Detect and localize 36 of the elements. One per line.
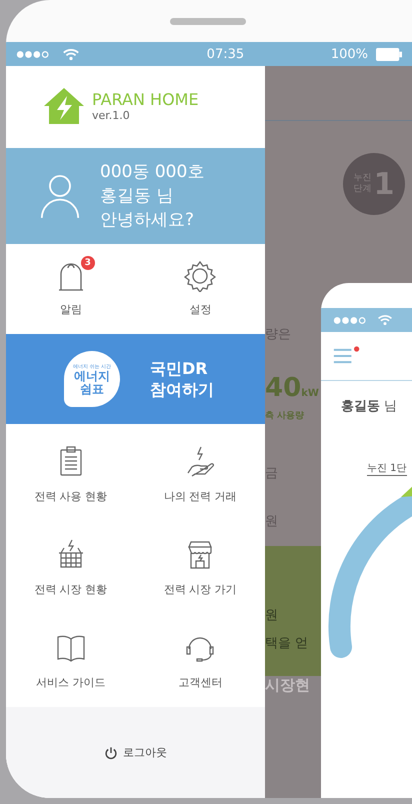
profile-greeting-line: 홍길동 님 bbox=[100, 185, 174, 208]
stage-tab[interactable]: 누진 1단 bbox=[367, 461, 407, 476]
menu-item[interactable]: 전력 시장 가기 bbox=[136, 521, 265, 614]
status-time: 07:35 bbox=[206, 46, 244, 62]
logout-button[interactable]: 로그아웃 bbox=[100, 741, 171, 764]
dr-title-line: 참여하기 bbox=[150, 379, 214, 400]
bubble-title-line: 에너지 bbox=[74, 370, 110, 382]
wifi-icon bbox=[377, 314, 393, 326]
bubble-title-line: 쉼표 bbox=[80, 382, 104, 396]
dr-title-line: 국민DR bbox=[150, 358, 209, 379]
person-icon bbox=[40, 172, 80, 220]
menu-item[interactable]: 서비스 가이드 bbox=[6, 614, 136, 707]
usage-value: 40kW bbox=[265, 373, 319, 405]
wifi-icon bbox=[62, 48, 80, 60]
profile-greeting-line: 000동 000호 bbox=[100, 161, 204, 184]
battery-icon bbox=[376, 48, 402, 60]
settings-icon bbox=[184, 260, 216, 292]
menu-item[interactable]: 고객센터 bbox=[136, 614, 265, 707]
market-status-text: 시장현 bbox=[265, 676, 310, 695]
profile-greeting-line: 안녕하세요? bbox=[100, 209, 196, 232]
usage-caption: 측 사용량 bbox=[265, 410, 304, 422]
battery-percent: 100% bbox=[330, 46, 368, 62]
user-greeting: 홍길동 님 bbox=[341, 398, 398, 415]
house-bolt-logo bbox=[42, 86, 86, 126]
menu-item[interactable]: 전력 시장 현황 bbox=[6, 521, 136, 614]
menu-item[interactable]: 나의 전력 거래 bbox=[136, 428, 265, 521]
app-version: ver.1.0 bbox=[92, 109, 131, 122]
menu-icon[interactable] bbox=[333, 346, 361, 366]
notifications-button[interactable]: 3 알림 bbox=[6, 244, 136, 332]
panel-text: 택을 얻 bbox=[265, 635, 308, 652]
app-name: PARAN HOME bbox=[92, 90, 199, 109]
panel-unit: 원 bbox=[265, 607, 278, 624]
power-icon bbox=[104, 746, 118, 760]
menu-item[interactable]: 전력 사용 현황 bbox=[6, 428, 136, 521]
settings-button[interactable]: 설정 bbox=[136, 244, 265, 332]
notification-count-badge: 3 bbox=[80, 256, 95, 270]
